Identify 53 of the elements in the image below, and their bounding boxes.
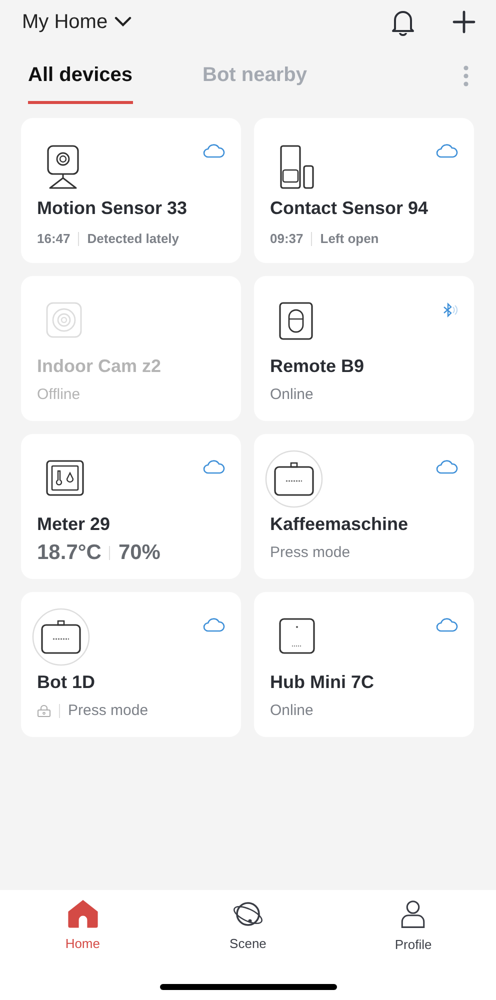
home-icon: [68, 900, 98, 928]
bot-device-icon: [32, 608, 90, 666]
device-status: Online: [270, 702, 314, 719]
device-name: Kaffeemaschine: [270, 514, 410, 535]
planet-icon: [232, 900, 264, 928]
cloud-icon: [436, 144, 458, 158]
cloud-icon: [436, 460, 458, 474]
thermo-hygrometer-icon: [46, 460, 84, 496]
cloud-icon: [203, 618, 225, 632]
remote-icon: [279, 302, 313, 340]
device-name: Hub Mini 7C: [270, 672, 375, 693]
device-card[interactable]: Kaffeemaschine Press mode: [254, 434, 474, 579]
sensor-reading: 70%: [118, 541, 160, 565]
device-name: Meter 29: [37, 514, 112, 535]
add-icon[interactable]: [452, 10, 476, 34]
sensor-reading: 18.7°C: [37, 541, 102, 565]
device-name: Indoor Cam z2: [37, 356, 162, 377]
cloud-icon: [203, 144, 225, 158]
device-status: Press mode: [270, 544, 352, 561]
device-card[interactable]: Motion Sensor 33 16:47 Detected lately: [21, 118, 241, 263]
bot-device-icon: [265, 450, 323, 508]
device-name: Remote B9: [270, 356, 366, 377]
nav-tab[interactable]: Home: [38, 900, 128, 952]
profile-icon: [399, 900, 428, 929]
device-card[interactable]: Meter 29 18.7°C 70%: [21, 434, 241, 579]
device-status: Press mode: [68, 702, 148, 719]
device-card[interactable]: Hub Mini 7C Online: [254, 592, 474, 737]
event-time: 16:47: [37, 231, 70, 246]
event-status: Left open: [320, 231, 379, 246]
lock-icon: [37, 704, 51, 716]
device-name: Motion Sensor 33: [37, 198, 188, 219]
nav-tab[interactable]: Profile: [368, 900, 458, 952]
cloud-icon: [203, 460, 225, 474]
contact-sensor-icon: [279, 144, 315, 190]
device-card[interactable]: Bot 1D Press mode: [21, 592, 241, 737]
device-card[interactable]: Remote B9 Online: [254, 276, 474, 421]
tab[interactable]: All devices: [28, 64, 133, 104]
notification-bell-icon[interactable]: [390, 8, 416, 36]
cloud-icon: [436, 618, 458, 632]
device-status: Online: [270, 386, 314, 403]
nav-tab[interactable]: Scene: [202, 900, 293, 952]
bluetooth-icon: [442, 302, 458, 318]
event-status: Detected lately: [87, 231, 180, 246]
device-name: Contact Sensor 94: [270, 198, 430, 219]
device-name: Bot 1D: [37, 672, 96, 693]
camera-icon: [46, 144, 80, 190]
device-card[interactable]: Contact Sensor 94 09:37 Left open: [254, 118, 474, 263]
device-status: Offline: [37, 386, 82, 403]
camera-icon: [46, 302, 82, 338]
chevron-down-icon: [114, 16, 132, 28]
event-time: 09:37: [270, 231, 304, 246]
home-selector[interactable]: My Home: [22, 10, 132, 34]
hub-icon: [279, 618, 315, 654]
